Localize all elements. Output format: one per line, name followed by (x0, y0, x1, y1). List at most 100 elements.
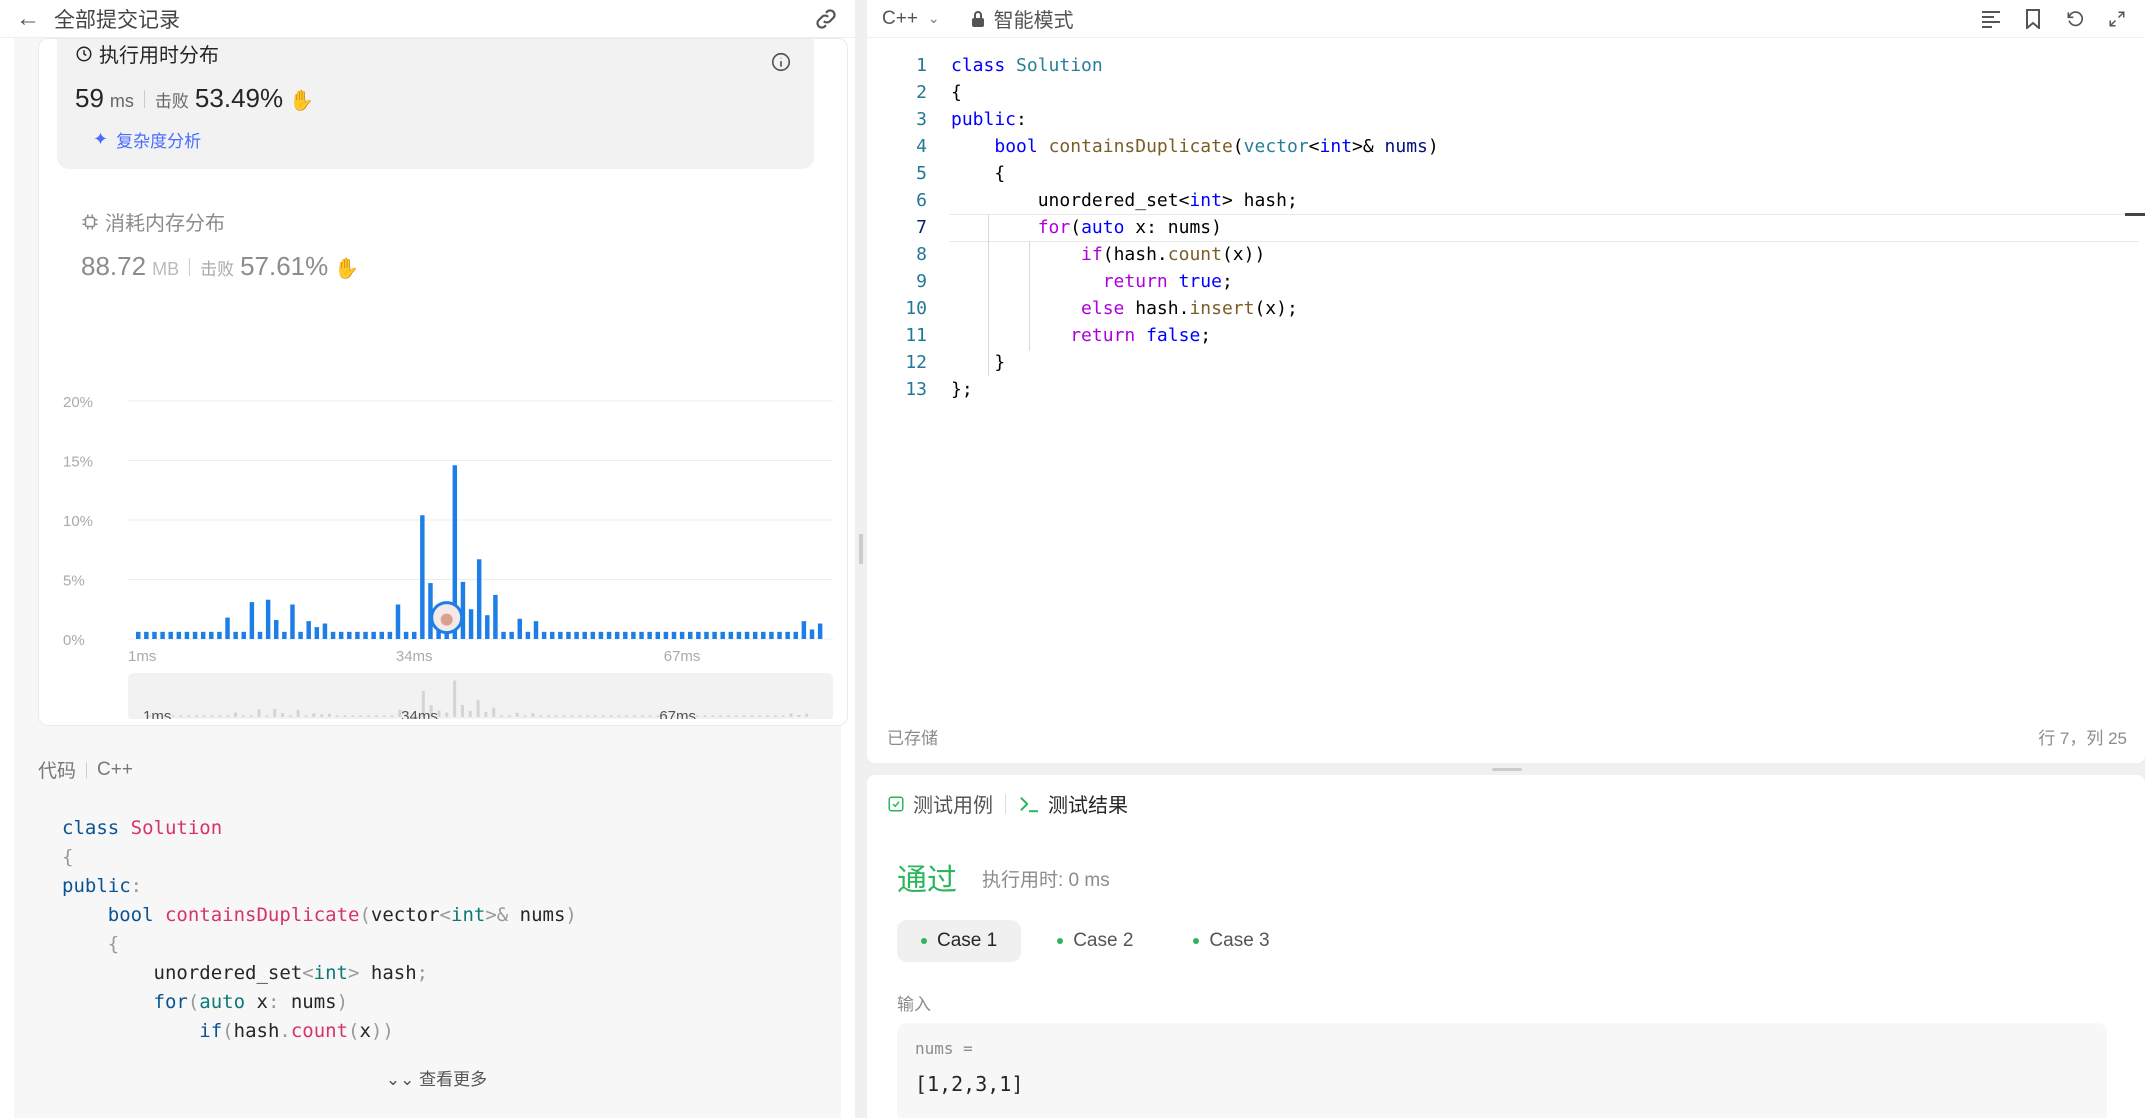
chart-bar[interactable] (696, 631, 701, 639)
chart-bar[interactable] (314, 627, 320, 639)
chart-bar[interactable] (614, 631, 620, 639)
chart-bar[interactable] (338, 631, 344, 639)
info-icon[interactable] (770, 51, 792, 73)
chart-bar[interactable] (322, 623, 328, 639)
chart-bar[interactable] (249, 602, 255, 639)
case-tab-1[interactable]: Case 1 (897, 920, 1022, 962)
runtime-stats[interactable]: 执行用时分布 59 ms 击败 53.49% ✋ ✦ 复杂度分析 (57, 39, 814, 169)
chart-bar[interactable] (704, 631, 709, 639)
chart-bar[interactable] (793, 631, 798, 639)
chart-bar[interactable] (282, 631, 287, 639)
chart-bar[interactable] (809, 629, 815, 639)
chart-bar[interactable] (752, 631, 758, 639)
chart-bar[interactable] (712, 631, 717, 639)
chart-bar[interactable] (306, 621, 311, 639)
chart-bar[interactable] (217, 631, 222, 639)
chart-bar[interactable] (395, 604, 401, 639)
chart-bar[interactable] (265, 599, 271, 639)
chart-bar[interactable] (476, 559, 482, 639)
case-tab-2[interactable]: Case 2 (1033, 920, 1157, 962)
chart-bar[interactable] (509, 631, 514, 639)
submission-detail-scroll[interactable]: 执行用时分布 59 ms 击败 53.49% ✋ ✦ 复杂度分析 消耗内存分布 … (14, 38, 848, 1118)
chart-bar[interactable] (777, 631, 782, 639)
chart-bar[interactable] (371, 631, 376, 639)
chart-bar[interactable] (541, 631, 547, 639)
all-submissions-title[interactable]: 全部提交记录 (54, 4, 180, 34)
chart-bar[interactable] (241, 631, 246, 639)
chart-bar[interactable] (736, 631, 742, 639)
chart-bar[interactable] (485, 615, 490, 639)
tab-test-results[interactable]: 测试结果 (1018, 789, 1128, 818)
chart-bar[interactable] (290, 604, 295, 639)
chart-bar[interactable] (347, 631, 352, 639)
chart-bar[interactable] (769, 631, 774, 639)
chart-bar[interactable] (233, 631, 238, 639)
chart-overview-brush[interactable] (128, 673, 833, 719)
chart-bar[interactable] (363, 631, 368, 639)
chart-bar[interactable] (209, 631, 214, 639)
chart-bar[interactable] (176, 631, 182, 639)
format-icon[interactable] (1978, 6, 2004, 32)
resize-handle-icon[interactable] (1492, 768, 1522, 771)
complexity-analysis-link[interactable]: ✦ 复杂度分析 (93, 127, 201, 152)
chart-bar[interactable] (558, 631, 563, 639)
chart-bar[interactable] (623, 631, 628, 639)
tab-test-cases[interactable]: 测试用例 (887, 789, 993, 818)
fullscreen-icon[interactable] (2104, 6, 2130, 32)
runtime-distribution-chart[interactable]: 0%5%10%15%20%1ms34ms67ms100ms1ms34ms67ms… (63, 339, 853, 719)
chart-bar[interactable] (501, 631, 506, 639)
chart-bar[interactable] (801, 621, 807, 639)
submitted-code-preview[interactable]: class Solution { public: bool containsDu… (38, 796, 835, 1106)
chart-bar[interactable] (403, 631, 409, 639)
chart-bar[interactable] (168, 631, 173, 639)
chart-bar[interactable] (160, 631, 165, 639)
chart-bar[interactable] (379, 631, 384, 639)
chart-bar[interactable] (412, 631, 417, 639)
case-tab-3[interactable]: Case 3 (1169, 920, 1293, 962)
drag-handle-icon[interactable] (859, 534, 863, 564)
chart-bar[interactable] (647, 631, 652, 639)
bookmark-icon[interactable] (2020, 6, 2046, 32)
chart-bar[interactable] (655, 631, 660, 639)
chart-bar[interactable] (785, 631, 790, 639)
chart-bar[interactable] (298, 631, 303, 639)
chart-bar[interactable] (574, 631, 579, 639)
chart-bar[interactable] (720, 631, 725, 639)
chart-bar[interactable] (330, 631, 336, 639)
chart-bar[interactable] (200, 631, 206, 639)
chart-bar[interactable] (144, 631, 149, 639)
chart-bar[interactable] (420, 515, 425, 639)
chart-bar[interactable] (468, 609, 474, 639)
chart-bar[interactable] (550, 631, 555, 639)
input-box[interactable]: nums = [1,2,3,1] (897, 1023, 2107, 1118)
chart-bar[interactable] (566, 631, 571, 639)
chart-bar[interactable] (225, 617, 230, 639)
chart-bar[interactable] (761, 631, 766, 639)
chart-bar[interactable] (744, 631, 750, 639)
chart-bar[interactable] (688, 631, 693, 639)
chart-bar[interactable] (728, 631, 734, 639)
chart-bar[interactable] (184, 631, 190, 639)
chart-bar[interactable] (525, 631, 531, 639)
chart-bar[interactable] (590, 631, 596, 639)
chart-bar[interactable] (152, 631, 157, 639)
chart-bar[interactable] (517, 618, 522, 639)
chart-bar[interactable] (493, 594, 498, 639)
panel-divider[interactable] (855, 0, 867, 1118)
link-icon[interactable] (813, 6, 839, 32)
chart-bar[interactable] (663, 631, 669, 639)
chart-bar[interactable] (355, 631, 360, 639)
back-arrow-icon[interactable]: ← (16, 5, 40, 33)
chart-bar[interactable] (639, 631, 644, 639)
chart-bar[interactable] (598, 631, 604, 639)
chart-bar[interactable] (533, 621, 539, 639)
chart-bar[interactable] (817, 623, 823, 639)
language-select[interactable]: C++ ⌄ (882, 8, 940, 30)
chart-bar[interactable] (679, 631, 685, 639)
reset-icon[interactable] (2062, 6, 2088, 32)
code-editor-text[interactable]: class Solution { public: bool containsDu… (951, 52, 2131, 403)
chart-bar[interactable] (387, 631, 393, 639)
see-more-button[interactable]: ⌄⌄ 查看更多 (38, 1065, 835, 1090)
chart-bar[interactable] (582, 631, 587, 639)
chart-bar[interactable] (606, 631, 612, 639)
